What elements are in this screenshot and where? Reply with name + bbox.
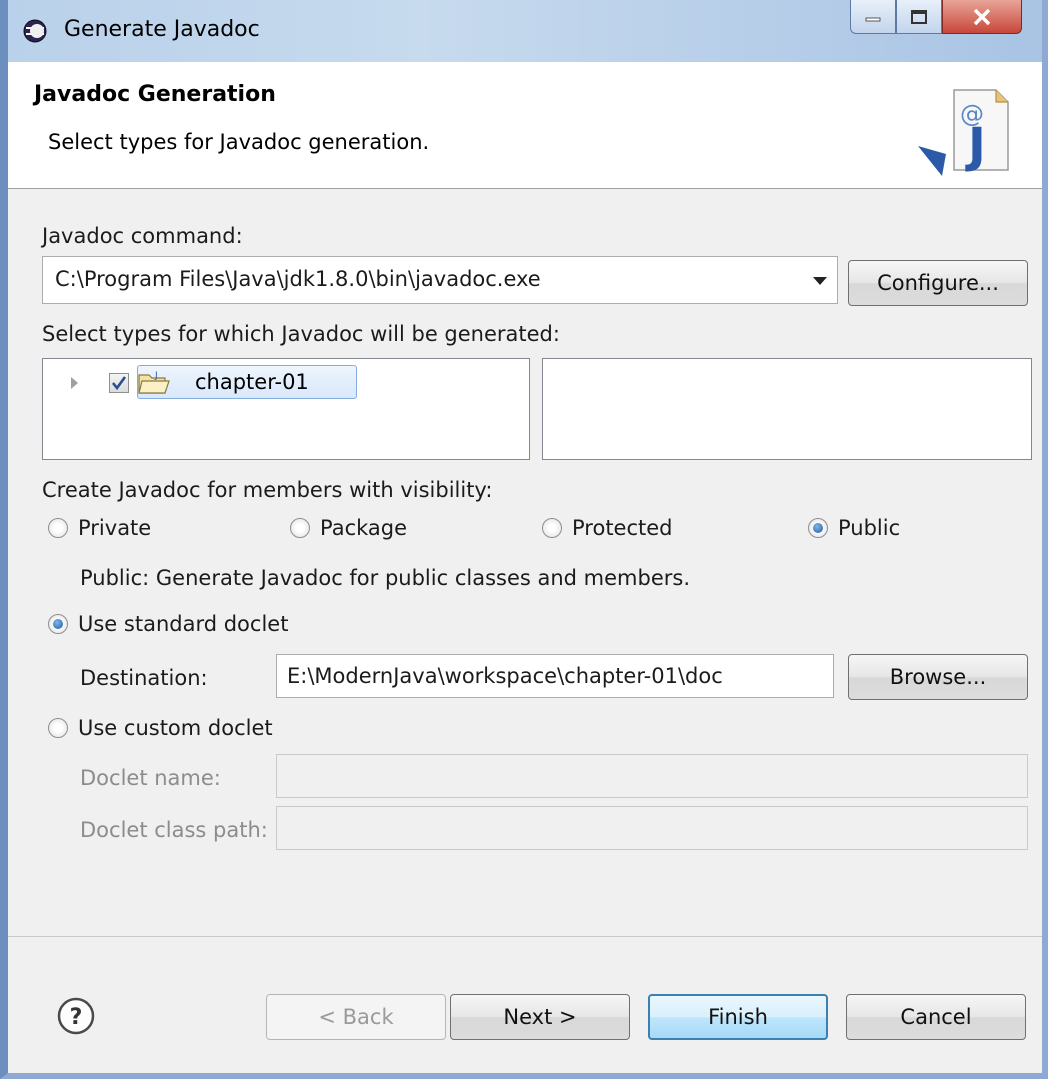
- doclet-name-label: Doclet name:: [80, 766, 221, 790]
- radio-private-dot[interactable]: [48, 518, 68, 538]
- radio-package[interactable]: Package: [290, 516, 407, 540]
- types-label: Select types for which Javadoc will be g…: [42, 322, 560, 346]
- radio-protected-label: Protected: [572, 516, 673, 540]
- radio-public-dot[interactable]: [808, 518, 828, 538]
- radio-package-dot[interactable]: [290, 518, 310, 538]
- radio-standard-doclet-label: Use standard doclet: [78, 612, 289, 636]
- radio-public[interactable]: Public: [808, 516, 900, 540]
- close-button[interactable]: [942, 0, 1022, 34]
- svg-text:J: J: [154, 371, 158, 381]
- next-button[interactable]: Next >: [450, 994, 630, 1040]
- cancel-button[interactable]: Cancel: [846, 994, 1026, 1040]
- svg-text:?: ?: [70, 1005, 83, 1030]
- radio-custom-doclet[interactable]: Use custom doclet: [48, 716, 273, 740]
- svg-text:J: J: [965, 118, 986, 174]
- banner-title: Javadoc Generation: [34, 82, 276, 107]
- browse-button[interactable]: Browse...: [848, 654, 1028, 700]
- tree-item-checkbox[interactable]: [109, 373, 129, 393]
- visibility-description: Public: Generate Javadoc for public clas…: [80, 566, 691, 590]
- tree-item-chapter-01[interactable]: J chapter-01: [43, 365, 529, 401]
- expand-arrow-icon[interactable]: [71, 377, 78, 389]
- javadoc-command-combo[interactable]: C:\Program Files\Java\jdk1.8.0\bin\javad…: [42, 256, 838, 304]
- doclet-class-path-input[interactable]: [276, 806, 1028, 850]
- doclet-name-input[interactable]: [276, 754, 1028, 798]
- destination-value: E:\ModernJava\workspace\chapter-01\doc: [287, 664, 723, 688]
- radio-public-label: Public: [838, 516, 901, 540]
- chevron-down-icon[interactable]: [813, 277, 827, 285]
- radio-standard-doclet[interactable]: Use standard doclet: [48, 612, 288, 636]
- radio-protected-dot[interactable]: [542, 518, 562, 538]
- back-button[interactable]: < Back: [266, 994, 446, 1040]
- radio-private-label: Private: [78, 516, 152, 540]
- maximize-button[interactable]: [896, 0, 942, 34]
- radio-private[interactable]: Private: [48, 516, 151, 540]
- minimize-icon: [865, 17, 881, 21]
- javadoc-wizard-icon: @ J: [918, 89, 1009, 176]
- help-icon[interactable]: ?: [56, 996, 96, 1036]
- banner-description: Select types for Javadoc generation.: [48, 130, 430, 154]
- doclet-class-path-label: Doclet class path:: [80, 818, 268, 842]
- footer-separator: [8, 936, 1042, 937]
- title-bar[interactable]: Generate Javadoc: [8, 0, 1042, 62]
- types-tree[interactable]: J chapter-01: [42, 358, 530, 460]
- window-controls: [850, 0, 1022, 40]
- maximize-icon: [911, 9, 927, 24]
- finish-button[interactable]: Finish: [648, 994, 828, 1040]
- radio-package-label: Package: [320, 516, 408, 540]
- radio-custom-doclet-label: Use custom doclet: [78, 716, 273, 740]
- configure-button[interactable]: Configure...: [848, 260, 1028, 306]
- destination-input[interactable]: E:\ModernJava\workspace\chapter-01\doc: [276, 654, 834, 698]
- dialog-window: Generate Javadoc Javadoc Generation Sele…: [0, 0, 1048, 1079]
- window-title: Generate Javadoc: [64, 17, 260, 42]
- eclipse-app-icon: [23, 19, 47, 43]
- javadoc-command-label: Javadoc command:: [42, 224, 243, 248]
- types-list[interactable]: [542, 358, 1032, 460]
- checkmark-icon: [111, 376, 127, 391]
- radio-custom-doclet-dot[interactable]: [48, 718, 68, 738]
- radio-standard-doclet-dot[interactable]: [48, 614, 68, 634]
- project-folder-icon: J: [138, 371, 170, 394]
- destination-label: Destination:: [80, 666, 208, 690]
- javadoc-command-value: C:\Program Files\Java\jdk1.8.0\bin\javad…: [55, 267, 541, 291]
- tree-item-label: chapter-01: [195, 370, 309, 394]
- close-icon: [973, 8, 991, 25]
- minimize-button[interactable]: [850, 0, 896, 34]
- visibility-label: Create Javadoc for members with visibili…: [42, 478, 493, 502]
- wizard-banner: Javadoc Generation Select types for Java…: [8, 62, 1042, 189]
- radio-protected[interactable]: Protected: [542, 516, 673, 540]
